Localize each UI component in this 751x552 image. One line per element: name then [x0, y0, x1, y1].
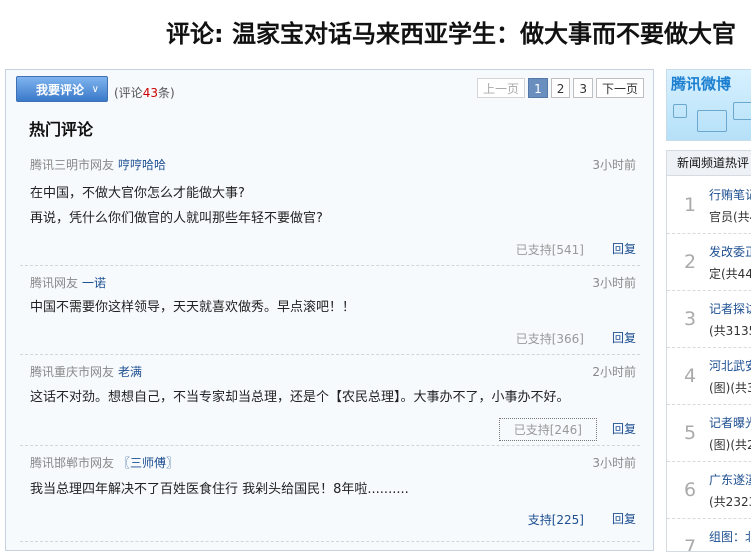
news-subtitle: (共31356 — [709, 324, 751, 338]
tencent-weibo-banner[interactable]: 腾讯微博 — [666, 69, 751, 141]
comment-username[interactable]: 老满 — [118, 365, 142, 379]
news-list-item[interactable]: 1 行贿笔记 官员(共4 — [667, 176, 751, 234]
support-button[interactable]: 已支持[246] — [498, 418, 597, 441]
news-rank: 4 — [684, 365, 697, 387]
comment-text-line: 中国不需要你这样领导，天天就喜欢做秀。早点滚吧！！ — [30, 300, 356, 315]
write-comment-label: 我要评论 — [36, 83, 85, 97]
page-2-button[interactable]: 2 — [550, 78, 571, 98]
news-rank: 3 — [684, 308, 697, 330]
news-rank: 1 — [684, 194, 697, 216]
comment-toolbar: 我要评论 ∨ (评论43条) 上一页 1 2 3 下一页 — [6, 70, 653, 108]
support-button[interactable]: 已支持[541] — [514, 240, 586, 259]
news-title[interactable]: 广东遂溪 — [709, 471, 751, 488]
hot-comments-heading: 热门评论 — [29, 120, 94, 139]
decorative-square — [673, 104, 687, 118]
comment-count-prefix: (评论 — [114, 86, 143, 100]
decorative-square — [733, 102, 751, 120]
news-rank: 5 — [684, 422, 697, 444]
comment-text-line: 我当总理四年解决不了百姓医食住行 我剁头给国民！8年啦.......... — [30, 482, 409, 497]
news-list-item[interactable]: 5 记者曝光 (图)(共2 — [667, 404, 751, 462]
news-list-item[interactable]: 2 发改委正 定(共447 — [667, 233, 751, 291]
news-subtitle: (图)(共2 — [709, 438, 751, 452]
news-title[interactable]: 行贿笔记 — [709, 186, 751, 203]
reply-button[interactable]: 回复 — [612, 510, 636, 527]
comment-count-number: 43 — [142, 86, 158, 100]
comment-panel: 我要评论 ∨ (评论43条) 上一页 1 2 3 下一页 热门评论 腾讯三明市网… — [5, 69, 654, 551]
news-list-item[interactable]: 3 记者探访 (共31356 — [667, 290, 751, 348]
news-title[interactable]: 河北武安 — [709, 357, 751, 374]
news-title[interactable]: 记者探访 — [709, 300, 751, 317]
news-subtitle: 官员(共4 — [709, 210, 751, 224]
support-button[interactable]: 支持[225] — [526, 510, 586, 529]
news-rank: 6 — [684, 479, 697, 501]
comment-source: 腾讯三明市网友 — [30, 158, 115, 172]
news-list-item[interactable]: 4 河北武安 (图)(共30 — [667, 347, 751, 405]
comment-meta: 腾讯邯郸市网友 〖三师傅〗 — [30, 454, 178, 471]
comment-item: 腾讯三明市网友 哼哼哈哈 3小时前 在中国，不做大官你怎么才能做大事? 再说，凭什… — [20, 148, 640, 266]
reply-button[interactable]: 回复 — [612, 420, 636, 437]
comment-meta: 腾讯三明市网友 哼哼哈哈 — [30, 156, 166, 173]
news-title[interactable]: 发改委正 — [709, 243, 751, 260]
comment-meta: 腾讯重庆市网友 老满 — [30, 363, 142, 380]
prev-page-button[interactable]: 上一页 — [477, 78, 526, 98]
chevron-down-icon: ∨ — [91, 84, 99, 95]
news-title[interactable]: 记者曝光 — [709, 414, 751, 431]
comment-time: 3小时前 — [592, 158, 636, 172]
comment-source: 腾讯网友 — [30, 276, 79, 290]
news-hot-comments-heading: 新闻频道热评 — [667, 151, 751, 176]
page-title: 评论: 温家宝对话马来西亚学生：做大事而不要做大官 — [166, 20, 736, 48]
news-list-item[interactable]: 6 广东遂溪 (共23234 — [667, 461, 751, 519]
write-comment-button[interactable]: 我要评论 ∨ — [16, 76, 108, 102]
news-rank: 7 — [684, 536, 697, 552]
support-button[interactable]: 已支持[366] — [514, 329, 586, 348]
comment-time: 3小时前 — [592, 276, 636, 290]
reply-button[interactable]: 回复 — [612, 329, 636, 346]
comment-time: 3小时前 — [592, 456, 636, 470]
comment-text-line: 在中国，不做大官你怎么才能做大事? — [30, 186, 245, 201]
page-3-button[interactable]: 3 — [573, 78, 593, 98]
comment-source: 腾讯重庆市网友 — [30, 365, 115, 379]
weibo-logo: 腾讯微博 — [671, 75, 732, 93]
page-1-button[interactable]: 1 — [528, 78, 548, 98]
comment-meta: 腾讯网友 一诺 — [30, 274, 106, 291]
comment-item: 腾讯重庆市网友 老满 2小时前 这话不对劲。想想自己，不当专家却当总理，还是个【农… — [20, 355, 640, 446]
comment-count-suffix: 条) — [157, 86, 175, 100]
comment-username[interactable]: 一诺 — [82, 276, 106, 290]
news-title[interactable]: 组图：北 — [709, 528, 751, 545]
comment-source: 腾讯邯郸市网友 — [30, 456, 115, 470]
comment-time: 2小时前 — [592, 365, 636, 379]
next-page-button[interactable]: 下一页 — [595, 78, 644, 98]
comment-text-line: 再说，凭什么你们做官的人就叫那些年轻不要做官? — [30, 211, 323, 226]
news-subtitle: (图)(共30 — [709, 381, 751, 395]
comment-item: 腾讯网友 一诺 3小时前 中国不需要你这样领导，天天就喜欢做秀。早点滚吧！！ 已支… — [20, 266, 640, 355]
news-rank: 2 — [684, 251, 697, 273]
news-subtitle: 定(共447 — [709, 267, 751, 281]
comment-text-line: 这话不对劲。想想自己，不当专家却当总理，还是个【农民总理】。大事办不了，小事办不… — [30, 390, 570, 405]
pagination: 上一页 1 2 3 下一页 — [477, 78, 644, 98]
decorative-square — [697, 110, 727, 132]
comment-username[interactable]: 〖三师傅〗 — [118, 456, 178, 470]
news-list-item[interactable]: 7 组图：北 — [667, 518, 751, 552]
comment-item: 腾讯邯郸市网友 〖三师傅〗 3小时前 我当总理四年解决不了百姓医食住行 我剁头给国… — [20, 446, 640, 542]
news-hot-comments-panel: 新闻频道热评 1 行贿笔记 官员(共4 2 发改委正 定(共447 3 记者探访… — [666, 150, 751, 552]
reply-button[interactable]: 回复 — [612, 240, 636, 257]
comment-username[interactable]: 哼哼哈哈 — [118, 158, 166, 172]
comment-count: (评论43条) — [114, 84, 175, 101]
news-subtitle: (共23234 — [709, 495, 751, 509]
